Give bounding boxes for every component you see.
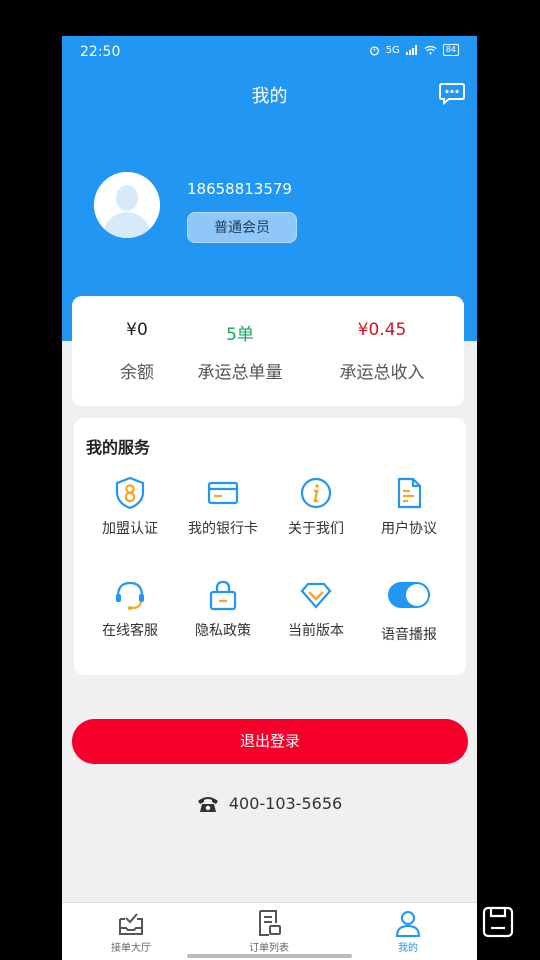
logout-button[interactable]: 退出登录 [72,719,468,764]
member-level-badge: 普通会员 [187,212,297,243]
home-indicator [187,954,352,958]
shield-badge-icon [115,476,145,510]
tab-mine[interactable]: 我的 [339,909,477,954]
phone-screen: 22:50 5G 84 我的 18658813579 普通会员 ¥0 余额 5单… [62,36,477,960]
status-time: 22:50 [80,44,121,60]
info-icon [300,477,332,509]
stats-card: ¥0 余额 5单 承运总单量 ¥0.45 承运总收入 [72,296,464,406]
order-list-icon [259,910,281,936]
stat-total-orders[interactable]: 5单 承运总单量 [175,320,305,383]
message-icon[interactable] [439,82,465,106]
service-voice-broadcast[interactable]: 语音播报 [363,578,455,644]
tab-label: 我的 [398,943,418,954]
document-icon [397,477,422,509]
service-current-version[interactable]: 当前版本 [270,578,362,640]
service-label: 在线客服 [102,623,158,639]
signal-label: 5G [385,44,400,56]
bottom-tab-bar: 接单大厅 订单列表 我的 [62,902,477,960]
service-bank-card[interactable]: 我的银行卡 [177,476,269,538]
headset-icon [116,581,144,610]
user-silhouette-icon [94,172,160,238]
hotline-number: 400-103-5656 [228,794,343,813]
bank-card-icon [207,481,239,505]
services-card: 我的服务 加盟认证 我的银行卡 关于我们 用户协议 在线客服 隐私政策 当前版本… [74,418,466,675]
diamond-icon [300,582,332,609]
stat-total-income[interactable]: ¥0.45 承运总收入 [317,320,447,383]
services-title: 我的服务 [86,438,151,457]
page-title: 我的 [251,86,288,107]
tab-order-hall[interactable]: 接单大厅 [62,909,200,954]
tab-order-list[interactable]: 订单列表 [200,909,338,954]
service-label: 语音播报 [381,627,437,643]
service-label: 当前版本 [288,623,344,639]
save-floppy-icon[interactable] [482,906,514,938]
service-label: 用户协议 [381,521,437,537]
service-label: 我的银行卡 [188,521,258,537]
service-online-support[interactable]: 在线客服 [84,578,176,640]
status-bar: 22:50 5G 84 [62,36,477,68]
service-franchise-certification[interactable]: 加盟认证 [84,476,176,538]
user-icon [395,911,421,937]
stat-label: 承运总收入 [339,363,425,383]
signal-bars-icon [405,45,417,55]
toggle-icon[interactable] [387,578,431,612]
alarm-icon [369,45,379,55]
service-user-agreement[interactable]: 用户协议 [363,476,455,538]
wifi-icon [424,45,437,55]
service-label: 加盟认证 [102,521,158,537]
tab-label: 订单列表 [249,943,289,954]
service-label: 关于我们 [288,521,344,537]
telephone-icon [197,796,218,812]
stat-label: 承运总单量 [197,363,283,383]
battery-indicator: 84 [442,44,459,56]
inbox-check-icon [119,913,143,935]
service-label: 隐私政策 [195,623,251,639]
service-about-us[interactable]: 关于我们 [270,476,362,538]
hotline[interactable]: 400-103-5656 [62,794,477,813]
profile-phone-number: 18658813579 [187,180,292,198]
lock-icon [209,580,237,611]
stat-value: ¥0.45 [357,320,407,340]
avatar[interactable] [94,172,160,238]
stat-value: 5单 [226,325,254,345]
tab-label: 接单大厅 [111,943,151,954]
service-privacy-policy[interactable]: 隐私政策 [177,578,269,640]
status-icons: 5G 84 [369,44,459,56]
